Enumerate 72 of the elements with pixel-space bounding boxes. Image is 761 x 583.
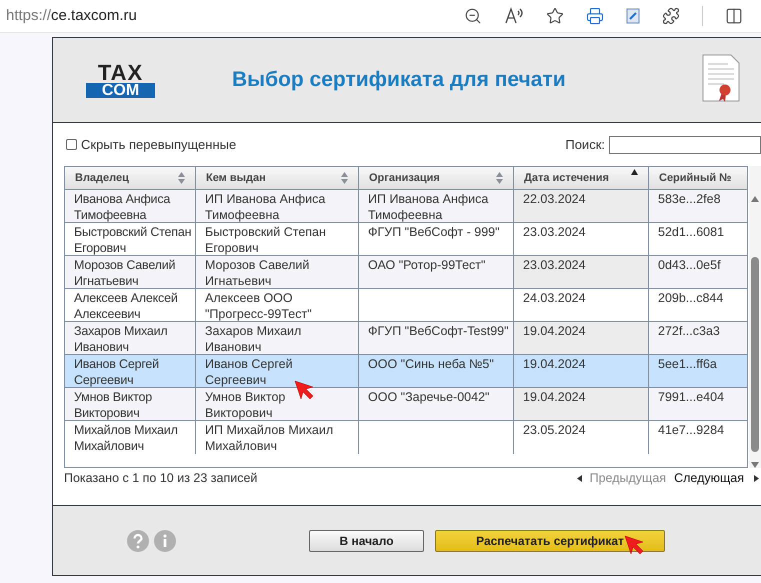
- home-button[interactable]: В начало: [309, 530, 424, 552]
- scrollbar[interactable]: [749, 166, 761, 468]
- table-cell: 209b...c844: [658, 291, 724, 305]
- page-title: Выбор сертификата для печати: [232, 67, 566, 94]
- table-cell: Морозов Савелий Игнатьевич: [205, 258, 310, 288]
- table-row[interactable]: Быстровский Степан Егорович Быстровский Степан Егорович ФГУП "ВебСофт - 999" 23.03.2024 52d1...6081: [65, 223, 747, 256]
- table-cell: ФГУП "ВебСофт - 999": [368, 225, 500, 239]
- column-header[interactable]: Серийный №: [649, 167, 747, 189]
- favorite-icon[interactable]: [546, 7, 564, 25]
- table-cell: 23.03.2024: [523, 258, 586, 272]
- previous-icon: [576, 474, 582, 482]
- table-cell: ОАО "Ротор-99Тест": [368, 258, 486, 272]
- table-cell: ООО "Синь неба №5": [368, 357, 494, 371]
- extensions-icon[interactable]: [662, 7, 680, 25]
- search-label: Поиск:: [565, 136, 605, 154]
- table-cell: Умнов Виктор Викторович: [74, 390, 152, 420]
- column-header[interactable]: Дата истечения: [514, 167, 649, 189]
- table-cell: 19.04.2024: [523, 390, 586, 404]
- table-cell: 272f...c3a3: [658, 324, 720, 338]
- table-cell: 583e...2fe8: [658, 192, 721, 206]
- table-cell: Морозов Савелий Игнатьевич: [74, 258, 176, 288]
- column-header[interactable]: Организация: [359, 167, 514, 189]
- table-cell: 5ee1...ff6a: [658, 357, 717, 371]
- table-cell: 52d1...6081: [658, 225, 724, 239]
- print-certificate-button[interactable]: Распечатать сертификат: [435, 530, 665, 552]
- table-row[interactable]: Иванов Сергей Сергеевич Иванов Сергей Сергеевич ООО "Синь неба №5" 19.04.2024 5ee1...ff6a: [65, 355, 747, 388]
- table-row[interactable]: Захаров Михаил Иванович Захаров Михаил Иванович ФГУП "ВебСофт-Test99" 19.04.2024 272f...c3a3: [65, 322, 747, 355]
- next-icon: [754, 474, 759, 482]
- zoom-out-icon[interactable]: [464, 7, 482, 25]
- table-cell: ООО "Заречье-0042": [368, 390, 490, 404]
- search-field[interactable]: [609, 136, 761, 154]
- split-screen-icon[interactable]: [725, 7, 743, 25]
- table-cell: Иванов Сергей Сергеевич: [205, 357, 293, 387]
- hide-reissued-checkbox[interactable]: [66, 139, 77, 150]
- table-cell: Алексеев Алексей Алексеевич: [74, 291, 178, 321]
- table-cell: ИП Михайлов Михаил Михайлович: [205, 423, 334, 453]
- column-header[interactable]: Владелец: [65, 167, 196, 189]
- pagination-link[interactable]: Следующая: [674, 469, 744, 488]
- table-cell: Быстровский Степан Егорович: [74, 225, 192, 255]
- table-cell: Иванов Сергей Сергеевич: [74, 357, 159, 387]
- table-cell: Умнов Виктор Викторович: [205, 390, 286, 420]
- address-bar[interactable]: https://ce.taxcom.ru: [6, 4, 137, 28]
- table-row[interactable]: Иванова Анфиса Тимофеевна ИП Иванова Анфиса Тимофеевна ИП Иванова Анфиса Тимофеевна 22.03.2024 583e...2fe8: [65, 190, 747, 223]
- scroll-up-icon[interactable]: [751, 196, 759, 202]
- table-cell: Захаров Михаил Иванович: [74, 324, 168, 354]
- table-cell: 0d43...0e5f: [658, 258, 721, 272]
- records-info: Показано с 1 по 10 из 23 записей: [64, 470, 258, 487]
- table-cell: 23.05.2024: [523, 423, 586, 437]
- table-cell: 19.04.2024: [523, 324, 586, 338]
- table-cell: ИП Иванова Анфиса Тимофеевна: [368, 192, 488, 222]
- table-cell: Быстровский Степан Егорович: [205, 225, 326, 255]
- table-cell: 23.03.2024: [523, 225, 586, 239]
- table-cell: Алексеев ООО "Прогресс-99Тест": [205, 291, 312, 321]
- table-cell: Иванова Анфиса Тимофеевна: [74, 192, 170, 222]
- table-cell: ИП Иванова Анфиса Тимофеевна: [205, 192, 326, 222]
- table-cell: 41e7...9284: [658, 423, 724, 437]
- table-cell: 24.03.2024: [523, 291, 586, 305]
- logo: TAX COM: [86, 62, 155, 98]
- read-aloud-icon[interactable]: [504, 7, 524, 25]
- checkbox-label: Скрыть перевыпущенные: [81, 136, 236, 154]
- table-row[interactable]: Морозов Савелий Игнатьевич Морозов Савелий Игнатьевич ОАО "Ротор-99Тест" 23.03.2024 0d43...0e5f: [65, 256, 747, 289]
- table-cell: 22.03.2024: [523, 192, 586, 206]
- table-cell: Михайлов Михаил Михайлович: [74, 423, 178, 453]
- table-row[interactable]: Алексеев Алексей Алексеевич Алексеев ООО "Прогресс-99Тест" 24.03.2024 209b...c844: [65, 289, 747, 322]
- table-row[interactable]: Умнов Виктор Викторович Умнов Виктор Викторович ООО "Заречье-0042" 19.04.2024 7991...e404: [65, 388, 747, 421]
- table-cell: 7991...e404: [658, 390, 724, 404]
- table-cell: 19.04.2024: [523, 357, 586, 371]
- certificate-icon: [702, 54, 740, 102]
- scroll-down-icon[interactable]: [751, 462, 759, 468]
- table-cell: ФГУП "ВебСофт-Test99": [368, 324, 509, 338]
- column-header[interactable]: Кем выдан: [196, 167, 359, 189]
- table-cell: Захаров Михаил Иванович: [205, 324, 302, 354]
